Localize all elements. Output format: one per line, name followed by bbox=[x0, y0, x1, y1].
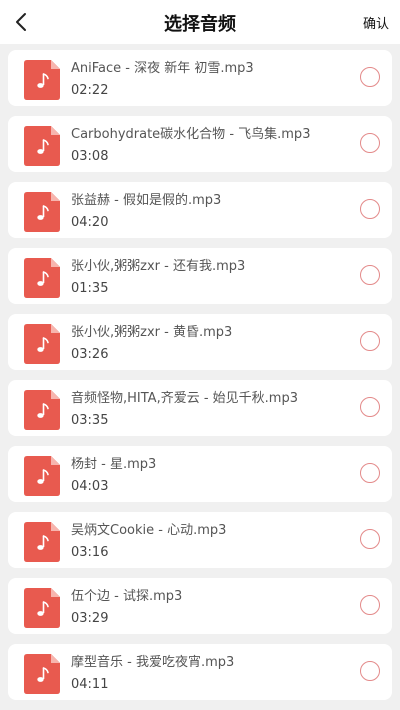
audio-duration: 03:26 bbox=[71, 347, 109, 362]
audio-file-name: AniFace - 深夜 新年 初雪.mp3 bbox=[71, 61, 254, 76]
select-radio[interactable] bbox=[360, 265, 380, 285]
select-radio[interactable] bbox=[360, 331, 380, 351]
select-radio[interactable] bbox=[360, 595, 380, 615]
select-radio[interactable] bbox=[360, 199, 380, 219]
music-file-icon bbox=[24, 258, 60, 298]
select-radio[interactable] bbox=[360, 67, 380, 87]
audio-file-name: 张小伙,粥粥zxr - 黄昏.mp3 bbox=[71, 325, 233, 340]
audio-file-name: 伍个边 - 试探.mp3 bbox=[71, 589, 183, 604]
audio-file-name: 杨封 - 星.mp3 bbox=[71, 457, 157, 472]
select-radio[interactable] bbox=[360, 463, 380, 483]
audio-duration: 03:08 bbox=[71, 149, 109, 164]
audio-file-name: 张小伙,粥粥zxr - 还有我.mp3 bbox=[71, 259, 246, 274]
top-bar: 选择音频 确认 bbox=[0, 0, 400, 44]
list-item[interactable]: AniFace - 深夜 新年 初雪.mp3 02:22 bbox=[8, 50, 392, 106]
audio-duration: 04:03 bbox=[71, 479, 109, 494]
music-file-icon bbox=[24, 126, 60, 166]
music-file-icon bbox=[24, 324, 60, 364]
music-file-icon bbox=[24, 192, 60, 232]
music-file-icon bbox=[24, 390, 60, 430]
audio-list: AniFace - 深夜 新年 初雪.mp3 02:22 Carbohydrat… bbox=[0, 50, 400, 710]
confirm-button[interactable]: 确认 bbox=[363, 13, 389, 32]
select-radio[interactable] bbox=[360, 397, 380, 417]
music-file-icon bbox=[24, 60, 60, 100]
audio-file-name: Carbohydrate碳水化合物 - 飞鸟集.mp3 bbox=[71, 127, 311, 142]
audio-duration: 03:16 bbox=[71, 545, 109, 560]
audio-duration: 02:22 bbox=[71, 83, 109, 98]
audio-duration: 03:35 bbox=[71, 413, 109, 428]
list-item[interactable]: 张益赫 - 假如是假的.mp3 04:20 bbox=[8, 182, 392, 238]
list-item[interactable]: 杨封 - 星.mp3 04:03 bbox=[8, 446, 392, 502]
audio-file-name: 音频怪物,HITA,齐爱云 - 始见千秋.mp3 bbox=[71, 391, 298, 406]
list-item[interactable]: 摩型音乐 - 我爱吃夜宵.mp3 04:11 bbox=[8, 644, 392, 700]
audio-duration: 01:35 bbox=[71, 281, 109, 296]
audio-file-name: 张益赫 - 假如是假的.mp3 bbox=[71, 193, 222, 208]
select-radio[interactable] bbox=[360, 133, 380, 153]
audio-duration: 03:29 bbox=[71, 611, 109, 626]
list-item[interactable]: 张小伙,粥粥zxr - 还有我.mp3 01:35 bbox=[8, 248, 392, 304]
audio-duration: 04:20 bbox=[71, 215, 109, 230]
music-file-icon bbox=[24, 456, 60, 496]
list-item[interactable]: 吴炳文Cookie - 心动.mp3 03:16 bbox=[8, 512, 392, 568]
select-radio[interactable] bbox=[360, 661, 380, 681]
list-item[interactable]: 张小伙,粥粥zxr - 黄昏.mp3 03:26 bbox=[8, 314, 392, 370]
select-radio[interactable] bbox=[360, 529, 380, 549]
list-item[interactable]: Carbohydrate碳水化合物 - 飞鸟集.mp3 03:08 bbox=[8, 116, 392, 172]
list-item[interactable]: 音频怪物,HITA,齐爱云 - 始见千秋.mp3 03:35 bbox=[8, 380, 392, 436]
audio-duration: 04:11 bbox=[71, 677, 109, 692]
page-title: 选择音频 bbox=[164, 14, 236, 35]
list-item[interactable]: 伍个边 - 试探.mp3 03:29 bbox=[8, 578, 392, 634]
audio-file-name: 吴炳文Cookie - 心动.mp3 bbox=[71, 523, 227, 538]
audio-file-name: 摩型音乐 - 我爱吃夜宵.mp3 bbox=[71, 655, 235, 670]
music-file-icon bbox=[24, 522, 60, 562]
music-file-icon bbox=[24, 588, 60, 628]
music-file-icon bbox=[24, 654, 60, 694]
